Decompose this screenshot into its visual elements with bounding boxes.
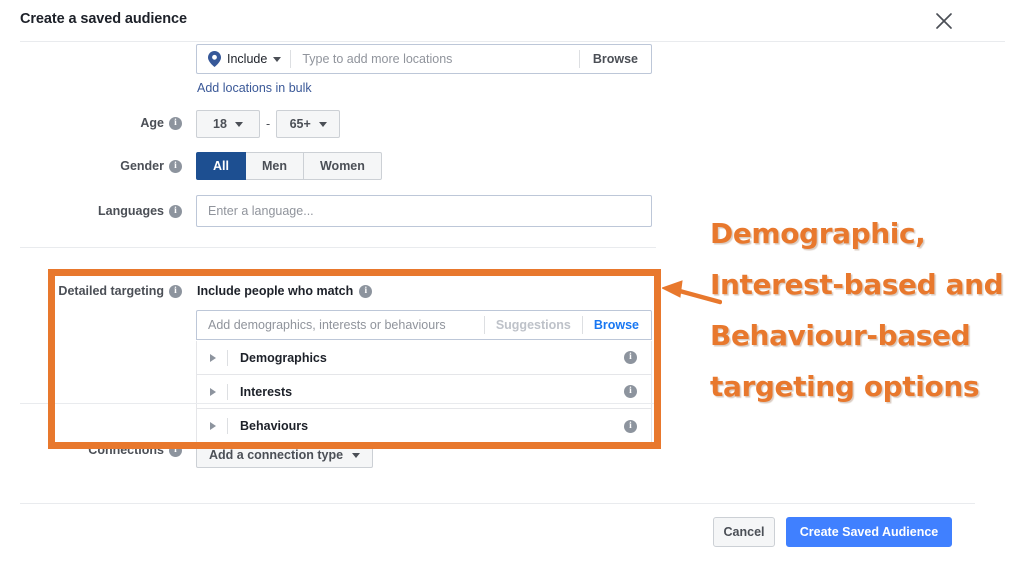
gender-segmented-control: All Men Women <box>196 152 382 180</box>
add-connection-type-dropdown[interactable]: Add a connection type <box>196 442 374 468</box>
create-saved-audience-button[interactable]: Create Saved Audience <box>786 517 952 547</box>
age-max-value: 65+ <box>289 117 311 131</box>
info-icon[interactable]: i <box>624 419 637 433</box>
languages-input[interactable]: Enter a language... <box>196 195 652 227</box>
page-title: Create a saved audience <box>20 11 187 27</box>
location-input-row[interactable]: Include Type to add more locations Brows… <box>196 44 652 74</box>
age-min-dropdown[interactable]: 18 <box>196 110 260 138</box>
chevron-down-icon <box>318 121 327 127</box>
annotation-line-3: Behaviour-based <box>710 319 971 352</box>
divider <box>227 383 228 400</box>
section-divider <box>20 247 656 248</box>
chevron-right-icon[interactable] <box>210 353 216 362</box>
connections-label: Connections i <box>85 443 182 457</box>
include-people-who-match-text: Include people who match <box>197 284 354 298</box>
suggestions-button[interactable]: Suggestions <box>485 318 582 332</box>
languages-label-text: Languages <box>98 204 164 218</box>
category-label-demographics: Demographics <box>240 350 327 365</box>
cancel-button[interactable]: Cancel <box>713 517 775 547</box>
gender-label: Gender i <box>96 159 182 173</box>
annotation-text: Demographic, Interest-based and Behaviou… <box>710 208 1022 412</box>
languages-label: Languages i <box>86 204 182 218</box>
age-max-dropdown[interactable]: 65+ <box>276 110 341 138</box>
info-icon[interactable]: i <box>624 385 637 398</box>
gender-option-all[interactable]: All <box>196 152 246 180</box>
detailed-targeting-browse-button[interactable]: Browse <box>583 318 651 332</box>
footer-divider <box>20 503 975 504</box>
detailed-targeting-search-row[interactable]: Add demographics, interests or behaviour… <box>196 310 652 340</box>
gender-label-text: Gender <box>120 159 164 173</box>
annotation-line-4: targeting options <box>710 370 980 403</box>
connections-label-text: Connections <box>88 443 164 457</box>
info-icon[interactable]: i <box>169 284 182 298</box>
info-icon[interactable]: i <box>169 116 182 130</box>
age-range-group: 18 - 65+ <box>196 110 341 138</box>
age-label-text: Age <box>140 116 164 130</box>
list-item[interactable]: Behaviours i <box>197 409 651 443</box>
detailed-targeting-search-input[interactable]: Add demographics, interests or behaviour… <box>197 318 484 332</box>
info-icon[interactable]: i <box>359 284 373 298</box>
age-min-value: 18 <box>213 117 227 131</box>
age-range-separator: - <box>266 117 271 131</box>
chevron-right-icon[interactable] <box>210 387 216 396</box>
include-people-who-match-label: Include people who match i <box>197 284 373 298</box>
location-browse-button[interactable]: Browse <box>580 52 651 66</box>
gender-option-men[interactable]: Men <box>245 152 304 180</box>
info-icon[interactable]: i <box>624 351 637 364</box>
chevron-down-icon <box>352 452 361 458</box>
detailed-targeting-category-list: Demographics i Interests i Behaviours i <box>196 341 652 443</box>
info-icon[interactable]: i <box>169 204 182 218</box>
chevron-right-icon[interactable] <box>210 422 216 430</box>
location-include-label: Include <box>227 52 268 66</box>
annotation-line-1: Demographic, <box>710 217 926 250</box>
location-include-dropdown[interactable]: Include <box>197 45 290 73</box>
info-icon[interactable]: i <box>169 443 182 457</box>
detailed-targeting-label: Detailed targeting i <box>55 284 182 298</box>
category-label-behaviours: Behaviours <box>240 419 309 433</box>
annotation-line-2: Interest-based and <box>710 268 1004 301</box>
header-divider <box>20 41 1005 42</box>
section-divider <box>20 403 656 404</box>
category-label-interests: Interests <box>240 384 293 399</box>
divider <box>227 418 228 434</box>
location-pin-icon <box>208 51 221 67</box>
gender-option-women[interactable]: Women <box>303 152 382 180</box>
add-locations-in-bulk-link[interactable]: Add locations in bulk <box>197 81 312 95</box>
list-item[interactable]: Demographics i <box>197 341 651 375</box>
close-icon[interactable] <box>932 9 956 33</box>
chevron-down-icon <box>273 56 282 62</box>
age-label: Age i <box>96 116 182 130</box>
info-icon[interactable]: i <box>169 159 182 173</box>
divider <box>227 349 228 366</box>
location-search-input[interactable]: Type to add more locations <box>291 52 579 66</box>
saved-audience-dialog: Create a saved audience Include Type to … <box>0 0 1024 562</box>
detailed-targeting-label-text: Detailed targeting <box>58 284 164 298</box>
add-connection-type-label: Add a connection type <box>209 448 344 462</box>
chevron-down-icon <box>234 121 243 127</box>
